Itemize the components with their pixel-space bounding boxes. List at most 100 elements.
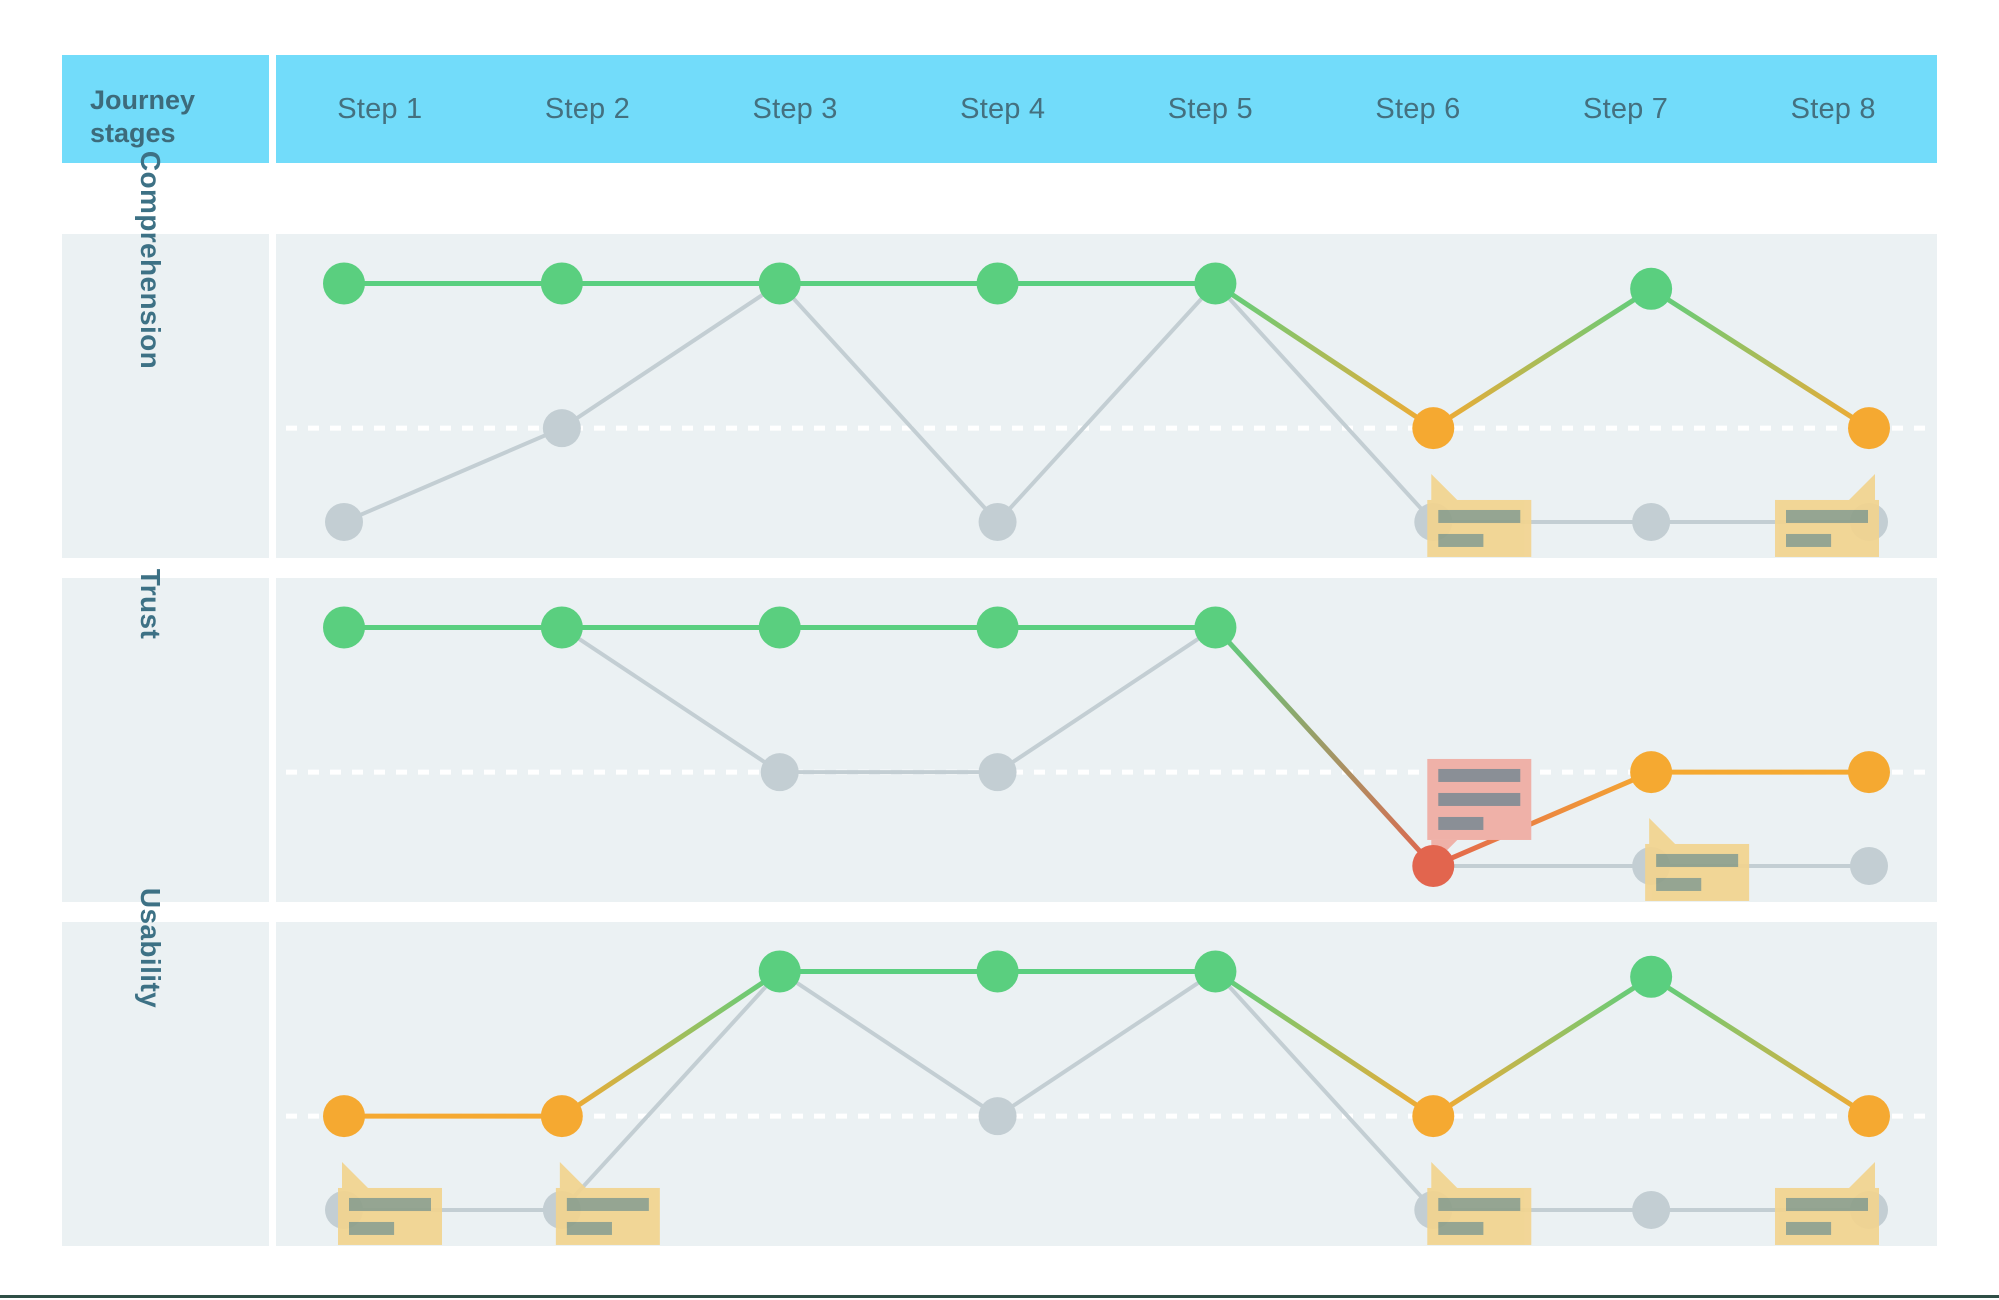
data-point-primary-step-6[interactable]: [1412, 1095, 1455, 1138]
step-header-5[interactable]: Step 5: [1107, 93, 1315, 126]
data-point-primary-step-4[interactable]: [976, 950, 1019, 993]
note-body: [1645, 843, 1750, 901]
stage-label-trust: Trust: [134, 568, 166, 640]
data-point-primary-step-7[interactable]: [1630, 955, 1673, 998]
step-header-2[interactable]: Step 2: [484, 93, 692, 126]
benchmark-segment: [1213, 970, 1435, 1212]
stage-label-usability: Usability: [134, 887, 166, 1009]
data-point-primary-step-2[interactable]: [540, 1095, 583, 1138]
note-text-line: [1438, 792, 1521, 806]
data-point-primary-step-7[interactable]: [1630, 267, 1673, 310]
primary-segment: [1214, 281, 1435, 431]
note-text-line: [1438, 533, 1484, 547]
plot-canvas: [286, 606, 1927, 901]
data-point-primary-step-8[interactable]: [1848, 407, 1890, 450]
footer-rule: [0, 1295, 1999, 1298]
primary-segment: [1649, 974, 1871, 1119]
step-header-3[interactable]: Step 3: [691, 93, 899, 126]
annotation-note-step-6[interactable]: [1427, 473, 1532, 557]
note-text-line: [1656, 877, 1702, 891]
benchmark-segment: [560, 281, 781, 430]
benchmark-segment: [560, 970, 782, 1212]
annotation-note-step-8[interactable]: [1775, 1161, 1879, 1245]
data-point-benchmark-step-3[interactable]: [760, 753, 799, 792]
data-point-primary-step-4[interactable]: [976, 606, 1019, 649]
stage-label-cell-usability: Usability: [62, 888, 269, 1246]
primary-segment: [1213, 625, 1436, 868]
step-header-1[interactable]: Step 1: [276, 93, 484, 126]
stage-label-comprehension: Comprehension: [134, 150, 166, 370]
data-point-primary-step-1[interactable]: [323, 262, 365, 305]
journey-stages-label-line2: stages: [90, 118, 176, 148]
data-point-primary-step-7[interactable]: [1630, 751, 1673, 794]
row-divider: [269, 234, 276, 558]
journey-stages-label: Journey stages: [90, 84, 195, 151]
data-point-primary-step-3[interactable]: [758, 606, 801, 649]
series-benchmark: [344, 625, 1869, 868]
data-point-primary-step-1[interactable]: [323, 1095, 365, 1138]
note-text-line: [1656, 853, 1739, 867]
annotation-note-step-6[interactable]: [1427, 1161, 1532, 1245]
benchmark-segment: [560, 625, 781, 774]
data-point-primary-step-6[interactable]: [1412, 407, 1455, 450]
data-point-primary-step-3[interactable]: [758, 950, 801, 993]
note-text-line: [566, 1197, 649, 1211]
note-tail: [1649, 817, 1676, 844]
row-divider: [269, 578, 276, 902]
data-point-benchmark-step-4[interactable]: [978, 753, 1017, 792]
data-point-primary-step-5[interactable]: [1194, 606, 1237, 649]
step-header-7[interactable]: Step 7: [1522, 93, 1730, 126]
data-point-primary-step-8[interactable]: [1848, 1095, 1890, 1138]
data-point-primary-step-3[interactable]: [758, 262, 801, 305]
benchmark-segment: [996, 625, 1217, 774]
data-point-benchmark-step-7[interactable]: [1632, 1190, 1671, 1229]
note-body: [338, 1187, 442, 1245]
step-header-6[interactable]: Step 6: [1314, 93, 1522, 126]
header-divider: [269, 55, 276, 163]
stage-plot-usability[interactable]: [276, 922, 1937, 1246]
annotation-note-step-7[interactable]: [1645, 817, 1750, 901]
data-point-benchmark-step-8[interactable]: [1850, 846, 1888, 885]
journey-header: Journey stages Step 1 Step 2 Step 3 Step 4S…: [62, 55, 1937, 163]
primary-segment: [1431, 286, 1653, 431]
note-text-line: [1438, 768, 1521, 782]
note-text-line: [1786, 1221, 1832, 1235]
stage-plot-trust[interactable]: [276, 578, 1937, 902]
data-point-benchmark-step-4[interactable]: [978, 1097, 1017, 1136]
data-point-primary-step-2[interactable]: [540, 606, 583, 649]
data-point-benchmark-step-4[interactable]: [978, 502, 1017, 541]
data-point-benchmark-step-2[interactable]: [542, 409, 581, 448]
data-point-primary-step-2[interactable]: [540, 262, 583, 305]
data-point-primary-step-1[interactable]: [323, 606, 365, 649]
stage-row-trust: Trust: [62, 569, 1937, 902]
annotation-note-step-1[interactable]: [338, 1161, 442, 1245]
note-tail: [1849, 1161, 1875, 1188]
annotation-note-step-8[interactable]: [1775, 473, 1879, 557]
note-tail: [1431, 1161, 1458, 1188]
plot-canvas: [286, 950, 1927, 1245]
note-text-line: [1786, 509, 1868, 523]
benchmark-segment: [778, 282, 1000, 524]
stage-plot-comprehension[interactable]: [276, 234, 1937, 558]
note-body: [555, 1187, 660, 1245]
step-header-4[interactable]: Step 4: [899, 93, 1107, 126]
step-header-row: Step 1 Step 2 Step 3 Step 4 Step 5 Step 6 Step…: [276, 55, 1937, 163]
primary-segment: [1649, 286, 1871, 431]
series-primary: [344, 624, 1869, 869]
annotation-note-step-2[interactable]: [555, 1161, 660, 1245]
data-point-primary-step-4[interactable]: [976, 262, 1019, 305]
data-point-primary-step-5[interactable]: [1194, 950, 1237, 993]
note-tail: [342, 1161, 368, 1188]
benchmark-segment: [996, 282, 1217, 524]
benchmark-segment: [1213, 282, 1435, 524]
note-text-line: [566, 1221, 612, 1235]
journey-stages-label-line1: Journey: [90, 84, 196, 115]
note-tail: [1431, 473, 1458, 500]
data-point-benchmark-step-7[interactable]: [1632, 502, 1671, 541]
data-point-primary-step-6[interactable]: [1412, 844, 1455, 887]
data-point-primary-step-8[interactable]: [1848, 751, 1890, 794]
data-point-primary-step-5[interactable]: [1194, 262, 1237, 305]
step-header-8[interactable]: Step 8: [1729, 93, 1937, 126]
series-benchmark: [344, 969, 1869, 1212]
data-point-benchmark-step-1[interactable]: [325, 502, 363, 541]
